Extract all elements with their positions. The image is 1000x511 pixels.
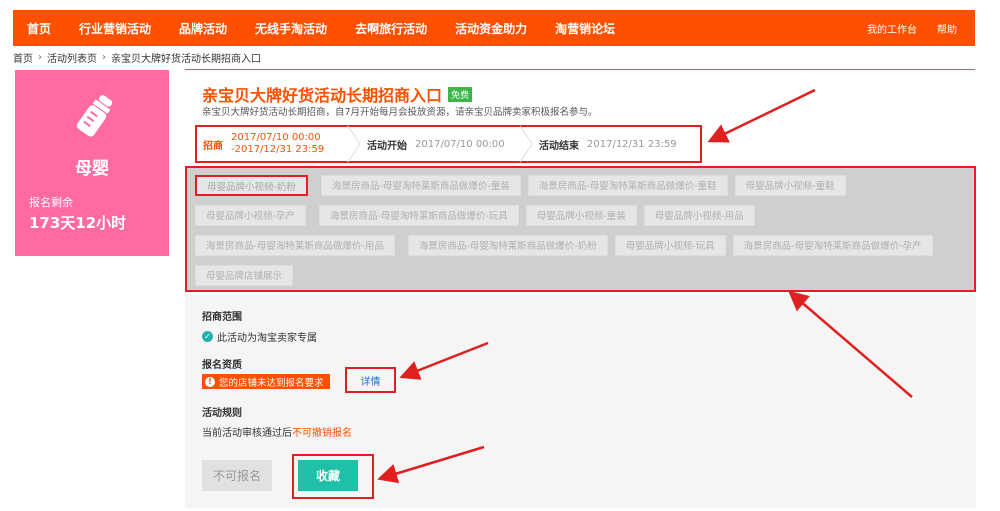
- tag-item[interactable]: 母婴品牌店铺展示: [195, 265, 294, 286]
- category-name: 母婴: [75, 159, 109, 179]
- help-link[interactable]: 帮助: [927, 21, 967, 36]
- tag-item[interactable]: 海景房商品-母婴淘特莱斯商品做爆价-用品: [195, 235, 395, 256]
- step-recruitment-label: 招商: [203, 140, 223, 152]
- tag-row: 母婴品牌店铺展示: [195, 265, 300, 286]
- free-badge: 免费: [448, 86, 473, 102]
- tag-item[interactable]: 母婴品牌小视频-童装: [525, 205, 637, 226]
- activity-timeline: 招商 2017/07/10 00:00 -2017/12/31 23:59 活动…: [195, 125, 702, 163]
- tag-item-selected[interactable]: 母婴品牌小视频-奶粉: [195, 175, 308, 196]
- tag-item[interactable]: 母婴品牌小视频-孕产: [195, 205, 306, 226]
- tag-row: 母婴品牌小视频-奶粉 海景房商品-母婴淘特莱斯商品做爆价-童装 海景房商品-母婴…: [195, 175, 853, 196]
- nav-item-brand[interactable]: 品牌活动: [165, 20, 241, 37]
- remaining-time-value: 173天12小时: [29, 214, 127, 232]
- breadcrumb-home[interactable]: 首页: [13, 50, 33, 65]
- nav-item-home[interactable]: 首页: [13, 20, 65, 37]
- favorite-highlight-box: 收藏: [292, 454, 374, 499]
- warning-icon: !: [205, 376, 215, 387]
- tag-item[interactable]: 母婴品牌小视频-玩具: [614, 235, 726, 256]
- scope-line: ✓ 此活动为淘宝卖家专属: [202, 329, 317, 344]
- rules-text: 当前活动审核通过后: [202, 428, 292, 439]
- breadcrumb-activity-list[interactable]: 活动列表页: [47, 50, 97, 65]
- top-nav-right: 我的工作台 帮助: [857, 21, 975, 36]
- top-nav-bar: 首页 行业营销活动 品牌活动 无线手淘活动 去啊旅行活动 活动资金助力 淘营销论…: [13, 10, 975, 46]
- arrow-to-timeline: [707, 88, 816, 143]
- qualification-heading: 报名资质: [202, 360, 242, 371]
- chevron-right-icon: ›: [38, 52, 42, 63]
- step-recruitment-end: -2017/12/31 23:59: [231, 144, 325, 155]
- tag-item[interactable]: 海景房商品-母婴淘特莱斯商品做爆价-童装: [320, 175, 521, 196]
- tag-item[interactable]: 海景房商品-母婴淘特莱斯商品做爆价-玩具: [318, 205, 519, 226]
- scope-text: 此活动为淘宝卖家专属: [217, 333, 317, 344]
- tag-row: 母婴品牌小视频-孕产 海景房商品-母婴淘特莱斯商品做爆价-玩具 母婴品牌小视频-…: [195, 205, 762, 226]
- tag-item[interactable]: 海景房商品-母婴淘特莱斯商品做爆价-奶粉: [407, 235, 608, 256]
- tag-item[interactable]: 母婴品牌小视频-用品: [643, 205, 755, 226]
- qualification-detail-link[interactable]: 详情: [345, 367, 396, 393]
- tag-item[interactable]: 海景房商品-母婴淘特莱斯商品做爆价-童鞋: [527, 175, 728, 196]
- qualification-warning: ! 您的店铺未达到报名要求: [202, 374, 330, 389]
- tag-item[interactable]: 海景房商品-母婴淘特莱斯商品做爆价-孕产: [732, 235, 933, 256]
- step-chevron-icon: [519, 125, 533, 163]
- breadcrumb-current: 亲宝贝大牌好货活动长期招商入口: [111, 54, 261, 65]
- step-start-value: 2017/07/10 00:00: [415, 138, 505, 150]
- top-nav-left: 首页 行业营销活动 品牌活动 无线手淘活动 去啊旅行活动 活动资金助力 淘营销论…: [13, 10, 629, 46]
- step-recruitment: 招商 2017/07/10 00:00 -2017/12/31 23:59: [197, 127, 347, 161]
- header-divider: [185, 69, 975, 70]
- step-start-label: 活动开始: [367, 140, 407, 152]
- step-end-value: 2017/12/31 23:59: [587, 138, 677, 150]
- rules-text-highlight: 不可撤销报名: [292, 428, 352, 439]
- rules-line: 当前活动审核通过后 不可撤销报名: [202, 424, 352, 439]
- remaining-time-label: 报名剩余: [29, 196, 73, 209]
- category-card: 母婴 报名剩余 173天12小时: [15, 70, 169, 256]
- activity-details-panel: 招商范围 ✓ 此活动为淘宝卖家专属 报名资质 ! 您的店铺未达到报名要求 详情 …: [185, 294, 976, 508]
- chevron-right-icon: ›: [102, 52, 106, 63]
- page-title: 亲宝贝大牌好货活动长期招商入口: [202, 86, 443, 105]
- tag-item[interactable]: 母婴品牌小视频-童鞋: [734, 175, 846, 196]
- qualification-warning-text: 您的店铺未达到报名要求: [219, 377, 324, 389]
- step-recruitment-start: 2017/07/10 00:00: [231, 132, 321, 143]
- step-recruitment-dates: 2017/07/10 00:00 -2017/12/31 23:59: [231, 132, 324, 156]
- nav-item-forum[interactable]: 淘营销论坛: [541, 20, 629, 37]
- step-activity-start: 活动开始 2017/07/10 00:00: [361, 127, 519, 161]
- check-circle-icon: ✓: [202, 331, 213, 342]
- cannot-apply-button[interactable]: 不可报名: [202, 460, 272, 491]
- nav-item-wireless[interactable]: 无线手淘活动: [241, 20, 341, 37]
- nav-item-industry-marketing[interactable]: 行业营销活动: [65, 20, 165, 37]
- step-activity-end: 活动结束 2017/12/31 23:59: [533, 127, 693, 161]
- breadcrumb: 首页 › 活动列表页 › 亲宝贝大牌好货活动长期招商入口: [13, 50, 261, 65]
- tag-row: 海景房商品-母婴淘特莱斯商品做爆价-用品 海景房商品-母婴淘特莱斯商品做爆价-奶…: [195, 235, 940, 256]
- page-title-row: 亲宝贝大牌好货活动长期招商入口 免费: [202, 82, 473, 106]
- favorite-button[interactable]: 收藏: [298, 460, 358, 491]
- my-workbench-link[interactable]: 我的工作台: [857, 21, 927, 36]
- step-chevron-icon: [347, 125, 361, 163]
- nav-item-travel[interactable]: 去啊旅行活动: [341, 20, 441, 37]
- scope-heading: 招商范围: [202, 312, 242, 323]
- baby-bottle-icon: [76, 95, 113, 137]
- nav-item-funding[interactable]: 活动资金助力: [441, 20, 541, 37]
- page-subtitle: 亲宝贝大牌好货活动长期招商，自7月开始每月会投放资源，请亲宝贝品牌卖家积极报名参…: [202, 107, 598, 118]
- sub-activity-tag-list: 母婴品牌小视频-奶粉 海景房商品-母婴淘特莱斯商品做爆价-童装 海景房商品-母婴…: [185, 166, 976, 292]
- step-end-label: 活动结束: [539, 140, 579, 152]
- rules-heading: 活动规则: [202, 408, 242, 419]
